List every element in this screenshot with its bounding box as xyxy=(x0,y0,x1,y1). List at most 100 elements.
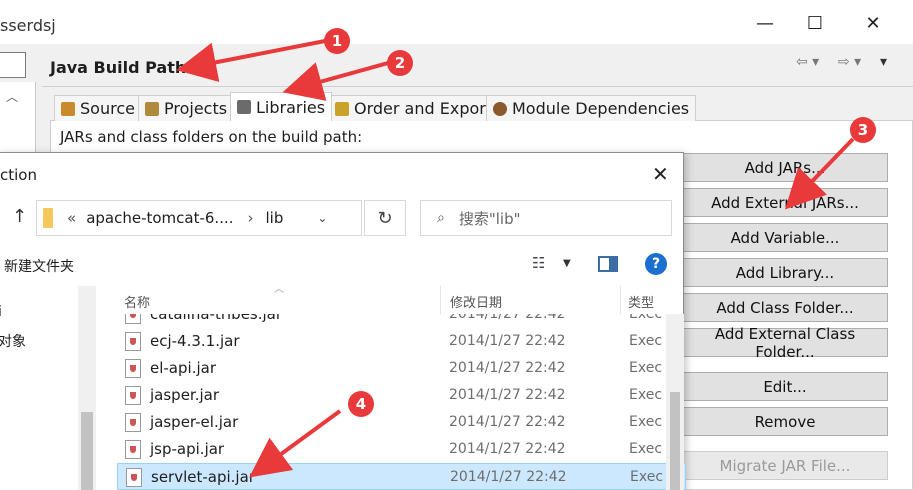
add-external-jars-button[interactable]: Add External JARs... xyxy=(682,188,888,217)
order-export-icon xyxy=(335,101,349,116)
search-input[interactable]: ⌕ 搜索"lib" xyxy=(420,200,672,236)
refresh-icon: ↻ xyxy=(377,207,393,229)
nav-item[interactable]: 对象 xyxy=(0,331,26,351)
divider xyxy=(42,86,913,87)
breadcrumb-folder[interactable]: apache-tomcat-6.... xyxy=(86,209,233,227)
list-item[interactable]: el-api.jar 2014/1/27 22:42 Exec xyxy=(117,355,686,382)
file-date: 2014/1/27 22:42 xyxy=(449,441,566,457)
file-type: Exec xyxy=(629,333,663,349)
file-name: el-api.jar xyxy=(150,359,216,377)
jar-file-icon xyxy=(125,332,141,351)
up-arrow-icon[interactable]: ↑ xyxy=(12,206,27,227)
annotation-marker-1: 1 xyxy=(324,28,350,54)
libraries-icon xyxy=(237,100,251,114)
view-options-icon[interactable]: ☷ xyxy=(532,254,545,272)
file-date: 2014/1/27 22:42 xyxy=(449,314,566,322)
column-header-name[interactable]: 名称 xyxy=(124,292,150,311)
minimize-button[interactable]: — xyxy=(742,8,788,38)
column-header-date[interactable]: 修改日期 xyxy=(450,292,502,311)
list-item[interactable]: ecj-4.3.1.jar 2014/1/27 22:42 Exec xyxy=(117,328,686,355)
breadcrumb-separator-icon[interactable]: › xyxy=(248,209,254,227)
column-divider[interactable] xyxy=(620,286,621,314)
file-date: 2014/1/27 22:42 xyxy=(449,360,566,376)
chevron-down-icon[interactable]: ▼ xyxy=(563,258,571,269)
list-item[interactable]: jsp-api.jar 2014/1/27 22:42 Exec xyxy=(117,436,686,463)
tab-libraries[interactable]: Libraries xyxy=(230,92,333,121)
tab-label: Source xyxy=(80,99,135,118)
nav-scrollbar-thumb[interactable] xyxy=(81,412,93,490)
add-class-folder-button[interactable]: Add Class Folder... xyxy=(682,293,888,322)
folder-icon xyxy=(43,208,53,228)
column-header-type[interactable]: 类型 xyxy=(628,292,654,311)
file-type: Exec xyxy=(629,314,663,322)
panel-description: JARs and class folders on the build path… xyxy=(60,128,363,146)
file-type: Exec xyxy=(629,360,663,376)
add-external-class-folder-button[interactable]: Add External Class Folder... xyxy=(682,325,888,361)
new-folder-button[interactable]: 新建文件夹 xyxy=(4,256,74,276)
page-title: Java Build Path xyxy=(50,58,187,77)
maximize-button[interactable]: ☐ xyxy=(792,8,838,38)
address-bar[interactable]: « apache-tomcat-6.... › lib ⌄ xyxy=(36,200,362,236)
migrate-jar-button: Migrate JAR File... xyxy=(682,451,888,480)
add-jars-button[interactable]: Add JARs... xyxy=(682,153,888,182)
list-item[interactable]: catalina-tribes.jar 2014/1/27 22:42 Exec xyxy=(117,314,686,328)
dialog-title: ction xyxy=(0,166,37,184)
tab-label: Projects xyxy=(164,99,228,118)
list-item-selected[interactable]: servlet-api.jar 2014/1/27 22:42 Exec xyxy=(117,463,686,490)
annotation-marker-2: 2 xyxy=(387,50,413,76)
back-arrow-icon[interactable]: ⇦ ▾ xyxy=(796,54,819,70)
breadcrumb-overflow[interactable]: « xyxy=(67,209,76,227)
file-name: jsp-api.jar xyxy=(150,440,225,458)
file-date: 2014/1/27 22:42 xyxy=(449,387,566,403)
tab-module-dependencies[interactable]: Module Dependencies xyxy=(486,95,697,121)
column-divider[interactable] xyxy=(440,286,441,314)
annotation-marker-3: 3 xyxy=(850,117,876,143)
column-header-row xyxy=(110,288,686,314)
file-name: ecj-4.3.1.jar xyxy=(150,332,240,350)
file-name: catalina-tribes.jar xyxy=(150,314,283,323)
tab-label: Order and Export xyxy=(354,99,493,118)
module-icon xyxy=(493,101,507,116)
list-item[interactable]: jasper.jar 2014/1/27 22:42 Exec xyxy=(117,382,686,409)
file-list[interactable]: catalina-tribes.jar 2014/1/27 22:42 Exec… xyxy=(110,314,686,490)
tab-order-export[interactable]: Order and Export xyxy=(328,95,500,121)
search-placeholder: 搜索"lib" xyxy=(458,209,521,228)
nav-item[interactable]: i xyxy=(0,304,2,320)
list-item[interactable]: jasper-el.jar 2014/1/27 22:42 Exec xyxy=(117,409,686,436)
remove-button[interactable]: Remove xyxy=(682,407,888,436)
forward-arrow-icon[interactable]: ⇨ ▾ xyxy=(838,54,861,70)
file-type: Exec xyxy=(630,469,664,485)
close-icon[interactable]: ✕ xyxy=(652,162,669,186)
sort-ascending-icon: ︿ xyxy=(274,284,284,295)
file-type: Exec xyxy=(629,441,663,457)
file-name: servlet-api.jar xyxy=(151,468,255,486)
list-scrollbar-thumb[interactable] xyxy=(670,392,680,490)
chevron-down-icon[interactable]: ⌄ xyxy=(317,211,327,225)
tab-label: Module Dependencies xyxy=(512,99,690,118)
help-icon[interactable]: ? xyxy=(645,253,667,275)
add-library-button[interactable]: Add Library... xyxy=(682,258,888,287)
annotation-marker-4: 4 xyxy=(348,391,374,417)
filter-input[interactable] xyxy=(0,52,26,78)
file-name: jasper.jar xyxy=(150,386,220,404)
close-button[interactable]: ✕ xyxy=(850,8,896,38)
tab-source[interactable]: Source xyxy=(54,95,142,121)
view-menu-icon[interactable]: ▾ xyxy=(880,54,887,70)
tab-projects[interactable]: Projects xyxy=(138,95,235,121)
tab-label: Libraries xyxy=(256,97,326,117)
window-title: sserdsj xyxy=(0,16,56,35)
chevron-up-icon[interactable]: ︿ xyxy=(6,88,18,105)
jar-file-icon xyxy=(125,359,141,378)
edit-button[interactable]: Edit... xyxy=(682,372,888,401)
breadcrumb-current[interactable]: lib xyxy=(266,209,284,227)
jar-file-icon xyxy=(125,386,141,405)
file-type: Exec xyxy=(629,387,663,403)
add-variable-button[interactable]: Add Variable... xyxy=(682,223,888,252)
refresh-button[interactable]: ↻ xyxy=(364,200,406,236)
file-type: Exec xyxy=(629,414,663,430)
jar-file-icon xyxy=(125,413,141,432)
file-date: 2014/1/27 22:42 xyxy=(450,469,567,485)
projects-icon xyxy=(145,101,159,116)
preview-pane-icon[interactable] xyxy=(598,256,618,272)
jar-file-icon xyxy=(125,440,141,459)
